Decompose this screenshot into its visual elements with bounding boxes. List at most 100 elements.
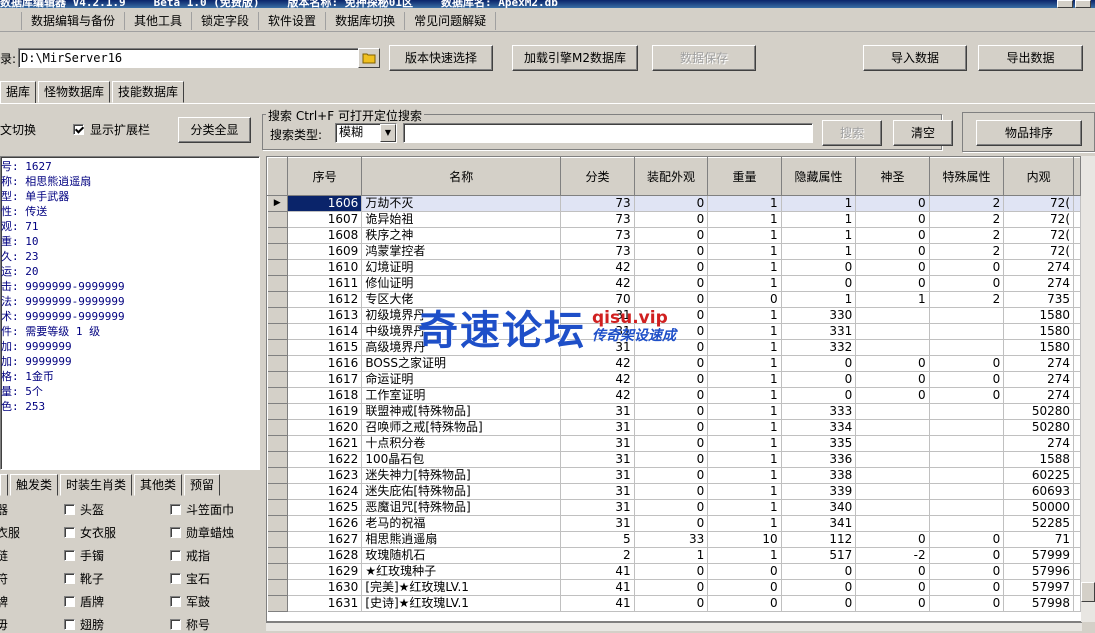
table-cell[interactable] [855, 435, 930, 452]
table-cell[interactable]: 0 [781, 259, 857, 276]
table-cell[interactable]: 0 [929, 355, 1005, 372]
category-filter[interactable]: 符 [0, 570, 8, 587]
table-row[interactable]: 1616 BOSS之家证明 42 0 1 0 0 0 274 [267, 355, 1081, 372]
table-row[interactable]: 1629 ★红玫瑰种子 41 0 0 0 0 0 57996 [267, 563, 1081, 580]
save-data-button[interactable]: 数据保存 [652, 45, 756, 71]
row-indicator[interactable] [267, 403, 288, 420]
table-cell[interactable]: 工作室证明 [361, 387, 562, 404]
column-header[interactable]: 内观 [1003, 157, 1074, 196]
table-cell[interactable]: 1 [707, 451, 782, 468]
table-cell[interactable]: 332 [781, 339, 857, 356]
table-cell[interactable]: 1580 [1003, 323, 1074, 340]
table-cell[interactable]: 72( [1003, 243, 1074, 260]
table-cell[interactable] [929, 339, 1005, 356]
table-cell[interactable]: 274 [1003, 275, 1074, 292]
category-checkbox[interactable] [64, 573, 75, 584]
table-cell[interactable]: 57999 [1003, 547, 1074, 564]
table-cell[interactable]: 0 [634, 579, 709, 596]
table-cell[interactable]: 0 [634, 499, 709, 516]
table-cell[interactable]: 1624 [287, 483, 363, 500]
column-header[interactable]: 分类 [560, 157, 635, 196]
table-cell[interactable]: 1618 [287, 387, 363, 404]
table-cell[interactable]: 71 [1003, 531, 1074, 548]
chevron-down-icon[interactable]: ▼ [380, 124, 396, 142]
table-row[interactable]: ▶ 1606 万劫不灭 73 0 1 1 0 2 72( [267, 195, 1081, 212]
table-cell[interactable]: 秩序之神 [361, 227, 562, 244]
category-filter[interactable]: 链 [0, 547, 8, 564]
table-cell[interactable]: 玫瑰随机石 [361, 547, 562, 564]
export-button[interactable]: 导出数据 [978, 45, 1083, 71]
table-cell[interactable]: 0 [707, 595, 782, 612]
table-cell[interactable]: 41 [560, 595, 635, 612]
table-cell[interactable]: 0 [781, 563, 857, 580]
table-cell[interactable]: 1580 [1003, 339, 1074, 356]
menu-item[interactable]: 数据编辑与备份 [22, 11, 126, 30]
table-cell[interactable]: 1627 [287, 531, 363, 548]
table-cell[interactable]: 0 [634, 243, 709, 260]
table-cell[interactable]: 0 [781, 371, 857, 388]
table-cell[interactable]: 70 [560, 291, 635, 308]
category-checkbox[interactable] [170, 550, 181, 561]
table-cell[interactable]: 72( [1003, 211, 1074, 228]
menu-item[interactable]: 锁定字段 [192, 11, 260, 30]
item-data-grid[interactable]: 序号 名称 分类 装配外观 重量 隐藏属性 神圣 特殊属性 内观 ▶ 1606 万劫不灭 73 0 1 1 0… [266, 156, 1082, 622]
category-filter[interactable]: 女衣服 [64, 524, 116, 541]
table-cell[interactable] [855, 403, 930, 420]
category-filter[interactable]: 手镯 [64, 547, 104, 564]
table-cell[interactable]: 0 [929, 563, 1005, 580]
row-indicator[interactable] [267, 387, 288, 404]
table-cell[interactable]: 735 [1003, 291, 1074, 308]
table-cell[interactable]: 诡异始祖 [361, 211, 562, 228]
sort-items-button[interactable]: 物品排序 [976, 120, 1082, 146]
table-cell[interactable]: 274 [1003, 435, 1074, 452]
table-cell[interactable]: 1626 [287, 515, 363, 532]
table-cell[interactable]: 0 [855, 563, 930, 580]
table-cell[interactable]: 517 [781, 547, 857, 564]
minimize-button[interactable] [1057, 0, 1073, 8]
table-cell[interactable]: 1 [707, 259, 782, 276]
horizontal-scrollbar[interactable] [266, 622, 1082, 631]
table-row[interactable]: 1618 工作室证明 42 0 1 0 0 0 274 [267, 387, 1081, 404]
table-cell[interactable]: 1 [781, 243, 857, 260]
table-cell[interactable]: 1 [855, 291, 930, 308]
table-cell[interactable]: 2 [560, 547, 635, 564]
table-row[interactable]: 1619 联盟神戒[特殊物品] 31 0 1 333 50280 [267, 403, 1081, 420]
category-filter[interactable]: 头盔 [64, 501, 104, 518]
table-cell[interactable]: 50280 [1003, 403, 1074, 420]
table-cell[interactable]: 2 [929, 195, 1005, 212]
table-cell[interactable]: 31 [560, 451, 635, 468]
table-cell[interactable] [855, 515, 930, 532]
menu-item-partial[interactable] [0, 11, 22, 30]
table-cell[interactable]: 1 [707, 355, 782, 372]
category-show-all-button[interactable]: 分类全显 [178, 117, 251, 143]
import-button[interactable]: 导入数据 [863, 45, 967, 71]
table-cell[interactable]: 335 [781, 435, 857, 452]
table-cell[interactable]: 42 [560, 355, 635, 372]
row-indicator[interactable] [267, 227, 288, 244]
table-cell[interactable]: 1 [707, 339, 782, 356]
menu-item[interactable]: 其他工具 [125, 11, 193, 30]
browse-folder-button[interactable] [358, 48, 380, 68]
table-cell[interactable]: 31 [560, 499, 635, 516]
row-indicator[interactable] [267, 531, 288, 548]
table-cell[interactable]: 0 [929, 531, 1005, 548]
table-cell[interactable]: 1619 [287, 403, 363, 420]
table-cell[interactable]: 1628 [287, 547, 363, 564]
row-indicator[interactable] [267, 371, 288, 388]
table-cell[interactable]: 1 [707, 419, 782, 436]
row-indicator[interactable] [267, 595, 288, 612]
row-indicator[interactable] [267, 579, 288, 596]
table-cell[interactable]: 万劫不灭 [361, 195, 562, 212]
table-cell[interactable] [855, 483, 930, 500]
table-cell[interactable]: 1617 [287, 371, 363, 388]
table-cell[interactable]: 1 [707, 275, 782, 292]
table-cell[interactable]: [史诗]★红玫瑰LV.1 [361, 595, 562, 612]
table-cell[interactable]: 0 [634, 211, 709, 228]
row-indicator[interactable] [267, 339, 288, 356]
table-cell[interactable]: 1 [707, 403, 782, 420]
table-row[interactable]: 1628 玫瑰随机石 2 1 1 517 -2 0 57999 [267, 547, 1081, 564]
table-cell[interactable] [929, 323, 1005, 340]
table-cell[interactable]: 1611 [287, 275, 363, 292]
table-cell[interactable]: 1606 [287, 195, 363, 212]
table-cell[interactable]: 1613 [287, 307, 363, 324]
